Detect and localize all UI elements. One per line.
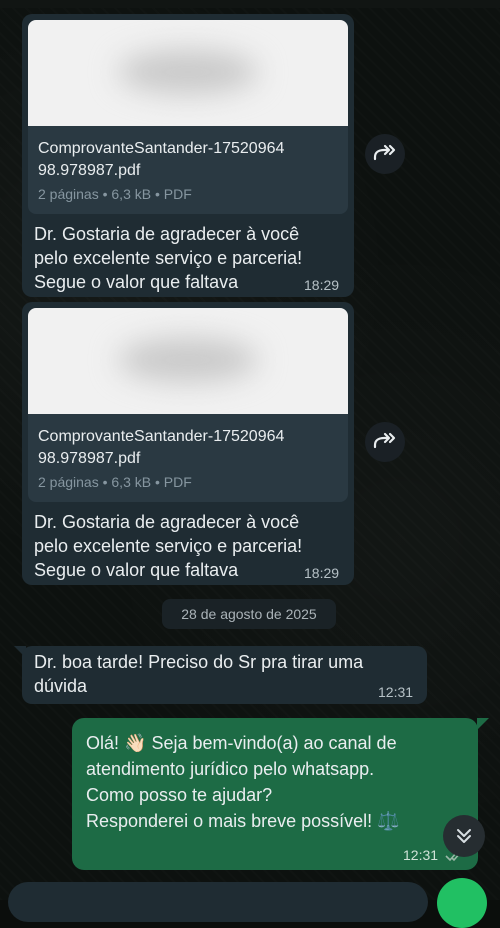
bubble-tail [477,718,489,730]
message-bubble-outgoing[interactable]: Olá! 👋🏻 Seja bem-vindo(a) ao canal de at… [72,718,478,870]
forward-icon [373,432,396,449]
message-bubble-incoming[interactable]: Dr. boa tarde! Preciso do Sr pra tirar u… [22,646,427,704]
document-meta: 2 páginas • 6,3 kB • PDF [38,186,192,202]
message-text: Dr. boa tarde! Preciso do Sr pra tirar u… [34,652,364,696]
document-info[interactable]: ComprovanteSantander-17520964 98.978987.p… [28,414,348,502]
date-separator: 28 de agosto de 2025 [162,599,336,629]
message-text: Dr. Gostaria de agradecer à você pelo ex… [34,224,303,292]
wave-emoji: 👋🏻 [124,733,147,753]
mic-button[interactable] [437,878,487,928]
forward-icon [373,144,396,161]
message-text: Olá! 👋🏻 Seja bem-vindo(a) ao canal de at… [86,733,400,831]
document-thumbnail[interactable] [28,308,348,414]
message-time: 18:29 [304,277,340,293]
scales-emoji: ⚖️ [377,811,400,831]
double-chevron-down-icon [457,829,471,843]
document-filename: ComprovanteSantander-17520964 98.978987.p… [38,428,285,467]
forward-button[interactable] [365,134,405,174]
document-meta: 2 páginas • 6,3 kB • PDF [38,474,192,490]
document-thumbnail[interactable] [28,20,348,126]
scroll-to-bottom-button[interactable] [443,815,485,857]
message-text: Dr. Gostaria de agradecer à você pelo ex… [34,512,303,580]
top-edge [0,0,500,8]
forward-button[interactable] [365,422,405,462]
message-time: 12:31 [403,847,439,863]
message-input-bar[interactable] [8,882,428,922]
document-info[interactable]: ComprovanteSantander-17520964 98.978987.p… [28,126,348,214]
message-bubble-document[interactable]: ComprovanteSantander-17520964 98.978987.p… [22,302,354,585]
message-bubble-document[interactable]: ComprovanteSantander-17520964 98.978987.p… [22,14,354,297]
message-time: 12:31 [378,684,414,700]
message-time: 18:29 [304,565,340,581]
document-filename: ComprovanteSantander-17520964 98.978987.p… [38,140,285,179]
